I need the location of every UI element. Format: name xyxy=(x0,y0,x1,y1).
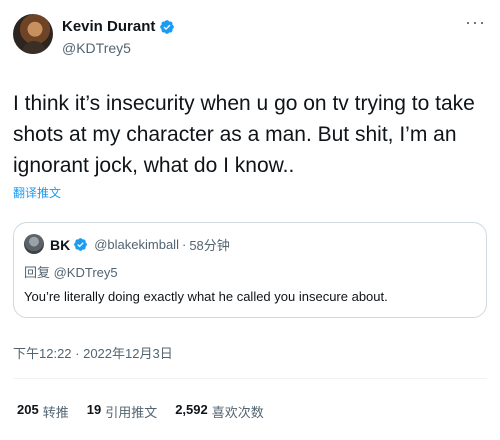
quote-separator: · xyxy=(181,237,187,252)
quote-author-handle: @blakekimball xyxy=(94,237,179,252)
quote-author-name: BK xyxy=(50,236,71,253)
engagement-stats: 205 转推 19 引用推文 2,592 喜欢次数 xyxy=(17,402,264,421)
tweet-timestamp[interactable]: 下午12:22 · 2022年12月3日 xyxy=(13,343,173,362)
author-name-row: Kevin Durant xyxy=(62,18,175,36)
divider xyxy=(13,378,487,379)
quote-text: You’re literally doing exactly what he c… xyxy=(24,289,388,304)
quote-tweet-count-value: 19 xyxy=(86,402,102,417)
author-handle[interactable]: @KDTrey5 xyxy=(62,40,131,56)
quoted-tweet-card[interactable]: BK @blakekimball · 58分钟 回复 @KDTrey5 You’… xyxy=(13,222,487,318)
quote-reply-to: 回复 @KDTrey5 xyxy=(24,265,118,280)
retweet-count[interactable]: 205 转推 xyxy=(17,402,69,421)
author-avatar[interactable] xyxy=(13,14,53,54)
retweet-count-label: 转推 xyxy=(42,405,69,420)
quote-header: BK @blakekimball · 58分钟 xyxy=(50,235,230,254)
verified-badge-icon xyxy=(160,20,175,34)
translate-tweet-link[interactable]: 翻译推文 xyxy=(13,184,61,201)
retweet-count-value: 205 xyxy=(17,402,39,417)
quote-author-avatar xyxy=(24,234,44,254)
like-count[interactable]: 2,592 喜欢次数 xyxy=(175,402,264,421)
quote-tweet-count[interactable]: 19 引用推文 xyxy=(87,402,157,421)
tweet-text: I think it’s insecurity when u go on tv … xyxy=(13,92,475,177)
author-display-name[interactable]: Kevin Durant xyxy=(62,18,155,36)
like-count-label: 喜欢次数 xyxy=(211,405,264,420)
quote-tweet-count-label: 引用推文 xyxy=(105,405,158,420)
quote-time: 58分钟 xyxy=(189,238,230,253)
tweet: Kevin Durant @KDTrey5 ··· I think it’s i… xyxy=(0,0,500,440)
like-count-value: 2,592 xyxy=(175,402,208,417)
more-horizontal-icon[interactable]: ··· xyxy=(465,13,486,31)
quote-verified-badge-icon xyxy=(74,238,88,251)
